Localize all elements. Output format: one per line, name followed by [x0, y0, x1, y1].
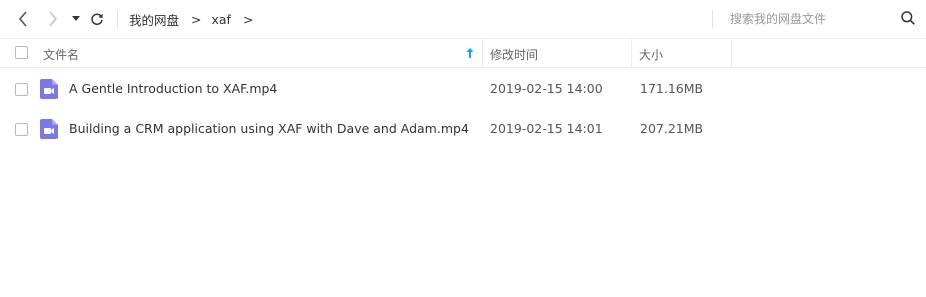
video-file-icon: [40, 119, 58, 139]
row-checkbox[interactable]: [15, 83, 28, 96]
row-checkbox[interactable]: [15, 123, 28, 136]
search-input[interactable]: [730, 10, 890, 28]
toolbar-divider: [712, 10, 713, 28]
select-all-checkbox[interactable]: [15, 46, 28, 59]
column-header-name[interactable]: 文件名: [0, 39, 483, 67]
breadcrumb-item-root[interactable]: 我的网盘: [129, 10, 179, 29]
refresh-button[interactable]: [88, 9, 106, 29]
caret-down-icon: [72, 16, 80, 21]
chevron-right-icon: [49, 11, 58, 27]
search-button[interactable]: [900, 10, 916, 26]
file-size: 171.16MB: [640, 81, 704, 96]
toolbar: 我的网盘 > xaf >: [0, 0, 926, 38]
file-name[interactable]: Building a CRM application using XAF wit…: [69, 109, 469, 149]
chevron-left-icon: [18, 11, 27, 27]
breadcrumb-separator: >: [242, 11, 254, 27]
file-modified-time: 2019-02-15 14:00: [490, 81, 603, 96]
refresh-icon: [91, 13, 103, 26]
file-row[interactable]: Building a CRM application using XAF wit…: [0, 109, 926, 149]
sort-ascending-icon[interactable]: [466, 47, 474, 59]
toolbar-divider: [117, 10, 118, 28]
file-modified-time: 2019-02-15 14:01: [490, 121, 603, 136]
breadcrumb: 我的网盘 > xaf >: [129, 0, 253, 38]
back-button[interactable]: [13, 9, 33, 29]
column-header-size[interactable]: 大小: [632, 39, 732, 67]
file-row[interactable]: A Gentle Introduction to XAF.mp4 2019-02…: [0, 69, 926, 109]
file-name[interactable]: A Gentle Introduction to XAF.mp4: [69, 69, 277, 109]
breadcrumb-separator: >: [191, 11, 202, 27]
column-label-name: 文件名: [43, 48, 80, 62]
column-header-modified[interactable]: 修改时间: [483, 39, 632, 67]
file-size: 207.21MB: [640, 121, 704, 136]
file-list-empty-area: [0, 149, 926, 297]
column-label-modified: 修改时间: [490, 48, 539, 62]
breadcrumb-item-xaf[interactable]: xaf: [212, 12, 231, 27]
history-dropdown-button[interactable]: [70, 9, 82, 29]
forward-button[interactable]: [43, 9, 63, 29]
file-table-header: 文件名 修改时间 大小: [0, 38, 926, 68]
column-label-size: 大小: [639, 48, 664, 62]
video-file-icon: [40, 79, 58, 99]
search-icon: [901, 11, 915, 25]
